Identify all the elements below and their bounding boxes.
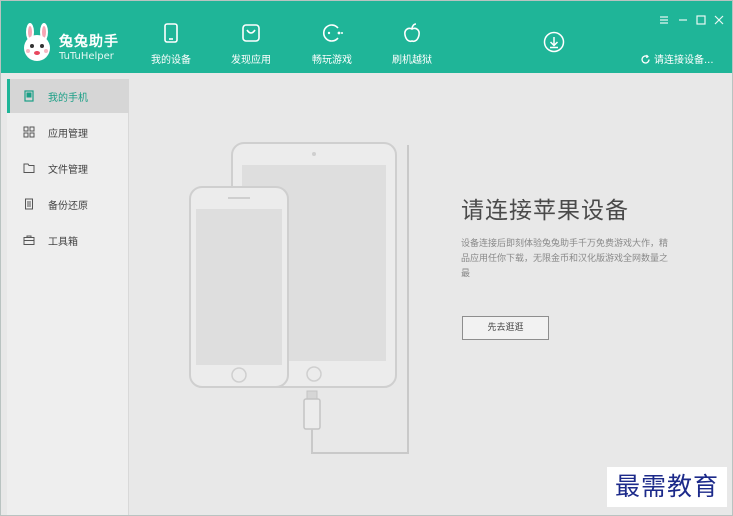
connect-status[interactable]: 请连接设备...	[640, 51, 714, 66]
minimize-icon[interactable]	[677, 14, 689, 26]
apple-icon	[404, 23, 420, 43]
connect-description: 设备连接后即刻体验兔兔助手千万免费游戏大作，精品应用任你下载，无限金币和汉化版游…	[461, 239, 669, 279]
app-window: 兔兔助手 TuTuHelper 我的设备 发现应用 畅玩游戏 刷机越狱 请连接设…	[0, 0, 733, 516]
rabbit-logo-icon	[24, 23, 50, 61]
refresh-icon	[641, 54, 650, 64]
devices-illustration	[189, 142, 409, 454]
watermark: 最需教育	[607, 467, 727, 507]
sidebar-item-label: 工具箱	[48, 237, 78, 248]
toolbox-icon	[23, 235, 35, 245]
sidebar-item-app-manage[interactable]: 应用管理	[7, 115, 129, 149]
sidebar-item-toolbox[interactable]: 工具箱	[7, 223, 129, 257]
menu-icon[interactable]	[658, 14, 670, 26]
nav-play-games[interactable]: 畅玩游戏	[297, 23, 367, 69]
nav-label: 畅玩游戏	[312, 55, 352, 66]
nav-my-device[interactable]: 我的设备	[136, 23, 206, 69]
close-icon[interactable]	[713, 14, 725, 26]
nav-discover-apps[interactable]: 发现应用	[216, 23, 286, 69]
sidebar-item-label: 我的手机	[48, 93, 88, 104]
folder-icon	[23, 163, 35, 173]
nav-label: 我的设备	[151, 55, 191, 66]
top-header: 兔兔助手 TuTuHelper 我的设备 发现应用 畅玩游戏 刷机越狱 请连接设…	[1, 1, 732, 73]
gamepad-icon	[323, 24, 343, 42]
backup-icon	[25, 198, 33, 210]
download-icon[interactable]	[543, 31, 565, 53]
sidebar-item-my-phone[interactable]: 我的手机	[7, 79, 129, 113]
brand-name-cn: 兔兔助手	[59, 34, 119, 50]
sidebar-item-file-manage[interactable]: 文件管理	[7, 151, 129, 185]
phone-icon	[164, 23, 178, 43]
nav-label: 刷机越狱	[392, 55, 432, 66]
nav-flash-jailbreak[interactable]: 刷机越狱	[377, 23, 447, 69]
sidebar-item-label: 文件管理	[48, 165, 88, 176]
maximize-icon[interactable]	[695, 14, 707, 26]
grid-icon	[23, 126, 35, 138]
bag-icon	[242, 24, 260, 42]
phone-book-icon	[24, 90, 34, 102]
brand-name-en: TuTuHelper	[59, 51, 114, 62]
nav-label: 发现应用	[231, 55, 271, 66]
sidebar: 我的手机 应用管理 文件管理 备份还原 工具箱	[7, 79, 129, 515]
sidebar-item-backup-restore[interactable]: 备份还原	[7, 187, 129, 221]
main-panel: 请连接苹果设备 设备连接后即刻体验兔兔助手千万免费游戏大作，精品应用任你下载，无…	[130, 79, 728, 515]
browse-button[interactable]: 先去逛逛	[462, 316, 549, 340]
connect-status-text: 请连接设备...	[654, 55, 714, 66]
sidebar-item-label: 备份还原	[48, 201, 88, 212]
sidebar-item-label: 应用管理	[48, 129, 88, 140]
connect-headline: 请连接苹果设备	[461, 198, 629, 224]
